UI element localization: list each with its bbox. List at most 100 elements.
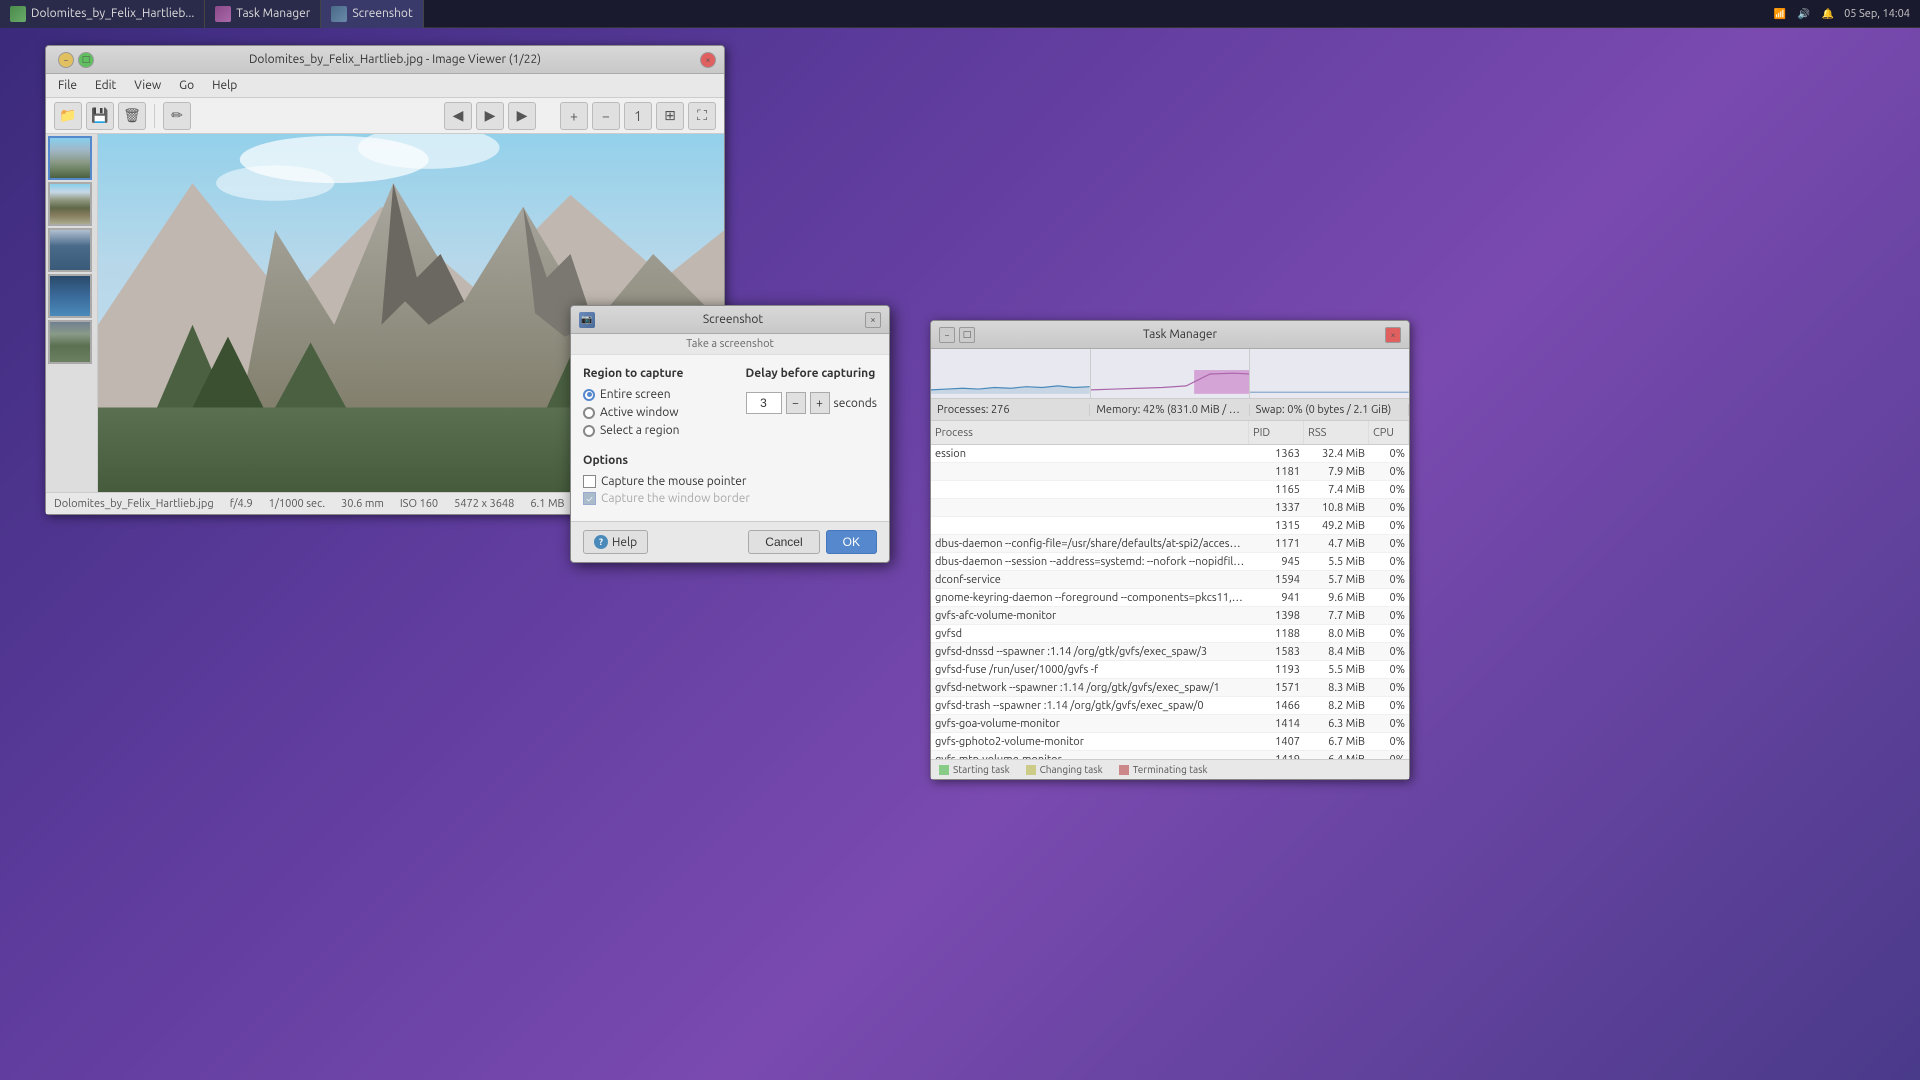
process-row[interactable]: gvfsd-dnssd --spawner :1.14 /org/gtk/gvf… xyxy=(931,643,1409,661)
status-memory: Memory: 42% (831.0 MiB / 1.9 GiB) xyxy=(1090,404,1249,416)
process-row[interactable]: 1181 7.9 MiB 0% xyxy=(931,463,1409,481)
taskbar-app-image-viewer[interactable]: Dolomites_by_Felix_Hartlieb... xyxy=(0,0,205,28)
delay-input[interactable] xyxy=(746,392,782,414)
thumbnail-panel[interactable] xyxy=(46,134,98,492)
process-row[interactable]: gvfs-gphoto2-volume-monitor 1407 6.7 MiB… xyxy=(931,733,1409,751)
process-rss: 8.3 MiB xyxy=(1304,682,1369,694)
process-rss: 32.4 MiB xyxy=(1304,448,1369,460)
menu-file[interactable]: File xyxy=(50,77,85,94)
delete-button[interactable]: 🗑 xyxy=(118,102,146,130)
process-cpu: 0% xyxy=(1369,700,1409,712)
maximize-button[interactable]: □ xyxy=(78,52,94,68)
minimize-button[interactable]: − xyxy=(58,52,74,68)
save-button[interactable]: 💾 xyxy=(86,102,114,130)
process-row[interactable]: dconf-service 1594 5.7 MiB 0% xyxy=(931,571,1409,589)
process-row[interactable]: ession 1363 32.4 MiB 0% xyxy=(931,445,1409,463)
process-rss: 8.0 MiB xyxy=(1304,628,1369,640)
option-mouse-pointer[interactable]: Capture the mouse pointer xyxy=(583,475,877,488)
checkbox-mouse-pointer[interactable] xyxy=(583,475,596,488)
zoom-fit-button[interactable]: 1 xyxy=(624,102,652,130)
ok-button[interactable]: OK xyxy=(826,530,877,554)
process-row[interactable]: dbus-daemon --session --address=systemd:… xyxy=(931,553,1409,571)
notification-icon[interactable]: 🔔 xyxy=(1820,6,1836,22)
tm-maximize-button[interactable]: □ xyxy=(959,327,975,343)
thumbnail-5[interactable] xyxy=(48,320,92,364)
process-pid: 1193 xyxy=(1249,664,1304,676)
delay-increment-button[interactable]: + xyxy=(810,392,830,414)
process-cpu: 0% xyxy=(1369,646,1409,658)
process-pid: 1594 xyxy=(1249,574,1304,586)
thumbnail-4[interactable] xyxy=(48,274,92,318)
process-pid: 1181 xyxy=(1249,466,1304,478)
process-row[interactable]: gnome-keyring-daemon --foreground --comp… xyxy=(931,589,1409,607)
col-cpu[interactable]: CPU xyxy=(1369,421,1409,444)
process-row[interactable]: gvfsd 1188 8.0 MiB 0% xyxy=(931,625,1409,643)
dialog-close-button[interactable]: × xyxy=(865,312,881,328)
terminating-dot xyxy=(1119,765,1129,775)
sound-icon[interactable]: 🔊 xyxy=(1796,6,1812,22)
process-row[interactable]: gvfsd-trash --spawner :1.14 /org/gtk/gvf… xyxy=(931,697,1409,715)
radio-select-region[interactable]: Select a region xyxy=(583,424,730,437)
network-icon[interactable]: 📶 xyxy=(1772,6,1788,22)
edit-button[interactable]: ✏ xyxy=(163,102,191,130)
menu-go[interactable]: Go xyxy=(171,77,202,94)
process-row[interactable]: gvfsd-fuse /run/user/1000/gvfs -f 1193 5… xyxy=(931,661,1409,679)
close-button[interactable]: × xyxy=(700,52,716,68)
help-icon: ? xyxy=(594,535,608,549)
process-cpu: 0% xyxy=(1369,682,1409,694)
process-row[interactable]: dbus-daemon --config-file=/usr/share/def… xyxy=(931,535,1409,553)
next-button[interactable]: ▶ xyxy=(508,102,536,130)
process-row[interactable]: 1337 10.8 MiB 0% xyxy=(931,499,1409,517)
col-process[interactable]: Process xyxy=(931,421,1249,444)
prev-button[interactable]: ◀ xyxy=(444,102,472,130)
process-row[interactable]: gvfs-goa-volume-monitor 1414 6.3 MiB 0% xyxy=(931,715,1409,733)
radio-entire-screen[interactable]: Entire screen xyxy=(583,388,730,401)
zoom-fill-button[interactable]: ⊞ xyxy=(656,102,684,130)
help-button[interactable]: ? Help xyxy=(583,530,648,554)
thumbnail-2[interactable] xyxy=(48,182,92,226)
toolbar-right: ◀ ▶ ▶ + − 1 ⊞ ⛶ xyxy=(444,102,716,130)
menu-view[interactable]: View xyxy=(126,77,169,94)
process-rss: 6.7 MiB xyxy=(1304,736,1369,748)
col-pid[interactable]: PID xyxy=(1249,421,1304,444)
zoom-in-button[interactable]: + xyxy=(560,102,588,130)
tm-close-button[interactable]: × xyxy=(1385,327,1401,343)
menu-help[interactable]: Help xyxy=(204,77,245,94)
zoom-out-button[interactable]: − xyxy=(592,102,620,130)
fullscreen-button[interactable]: ⛶ xyxy=(688,102,716,130)
process-name: gvfsd-trash --spawner :1.14 /org/gtk/gvf… xyxy=(931,700,1249,712)
thumbnail-3[interactable] xyxy=(48,228,92,272)
play-button[interactable]: ▶ xyxy=(476,102,504,130)
radio-entire-screen-btn[interactable] xyxy=(583,389,595,401)
radio-active-window-btn[interactable] xyxy=(583,407,595,419)
process-list[interactable]: ession 1363 32.4 MiB 0% 1181 7.9 MiB 0% … xyxy=(931,445,1409,759)
thumbnail-1[interactable] xyxy=(48,136,92,180)
col-rss[interactable]: RSS xyxy=(1304,421,1369,444)
process-rss: 10.8 MiB xyxy=(1304,502,1369,514)
process-name: gvfsd xyxy=(931,628,1249,640)
radio-select-region-btn[interactable] xyxy=(583,425,595,437)
process-row[interactable]: 1165 7.4 MiB 0% xyxy=(931,481,1409,499)
menu-edit[interactable]: Edit xyxy=(87,77,124,94)
radio-active-window[interactable]: Active window xyxy=(583,406,730,419)
taskbar-tray: 📶 🔊 🔔 05 Sep, 14:04 xyxy=(1762,6,1920,22)
taskbar-app-task-manager[interactable]: Task Manager xyxy=(205,0,321,28)
process-cpu: 0% xyxy=(1369,610,1409,622)
option-window-border[interactable]: Capture the window border xyxy=(583,492,877,505)
process-row[interactable]: gvfs-mtp-volume-monitor 1419 6.4 MiB 0% xyxy=(931,751,1409,759)
process-name: dconf-service xyxy=(931,574,1249,586)
image-viewer-title: Dolomites_by_Felix_Hartlieb.jpg - Image … xyxy=(94,53,696,66)
open-button[interactable]: 📁 xyxy=(54,102,82,130)
process-name: dbus-daemon --session --address=systemd:… xyxy=(931,556,1249,568)
tm-minimize-button[interactable]: − xyxy=(939,327,955,343)
checkbox-window-border[interactable] xyxy=(583,492,596,505)
process-row[interactable]: 1315 49.2 MiB 0% xyxy=(931,517,1409,535)
delay-decrement-button[interactable]: − xyxy=(786,392,806,414)
process-row[interactable]: gvfs-afc-volume-monitor 1398 7.7 MiB 0% xyxy=(931,607,1409,625)
cancel-button[interactable]: Cancel xyxy=(748,530,819,554)
dialog-title: Screenshot xyxy=(601,313,865,326)
process-cpu: 0% xyxy=(1369,592,1409,604)
status-focal: 30.6 mm xyxy=(341,498,384,510)
taskbar-app-screenshot[interactable]: Screenshot xyxy=(321,0,423,28)
process-row[interactable]: gvfsd-network --spawner :1.14 /org/gtk/g… xyxy=(931,679,1409,697)
